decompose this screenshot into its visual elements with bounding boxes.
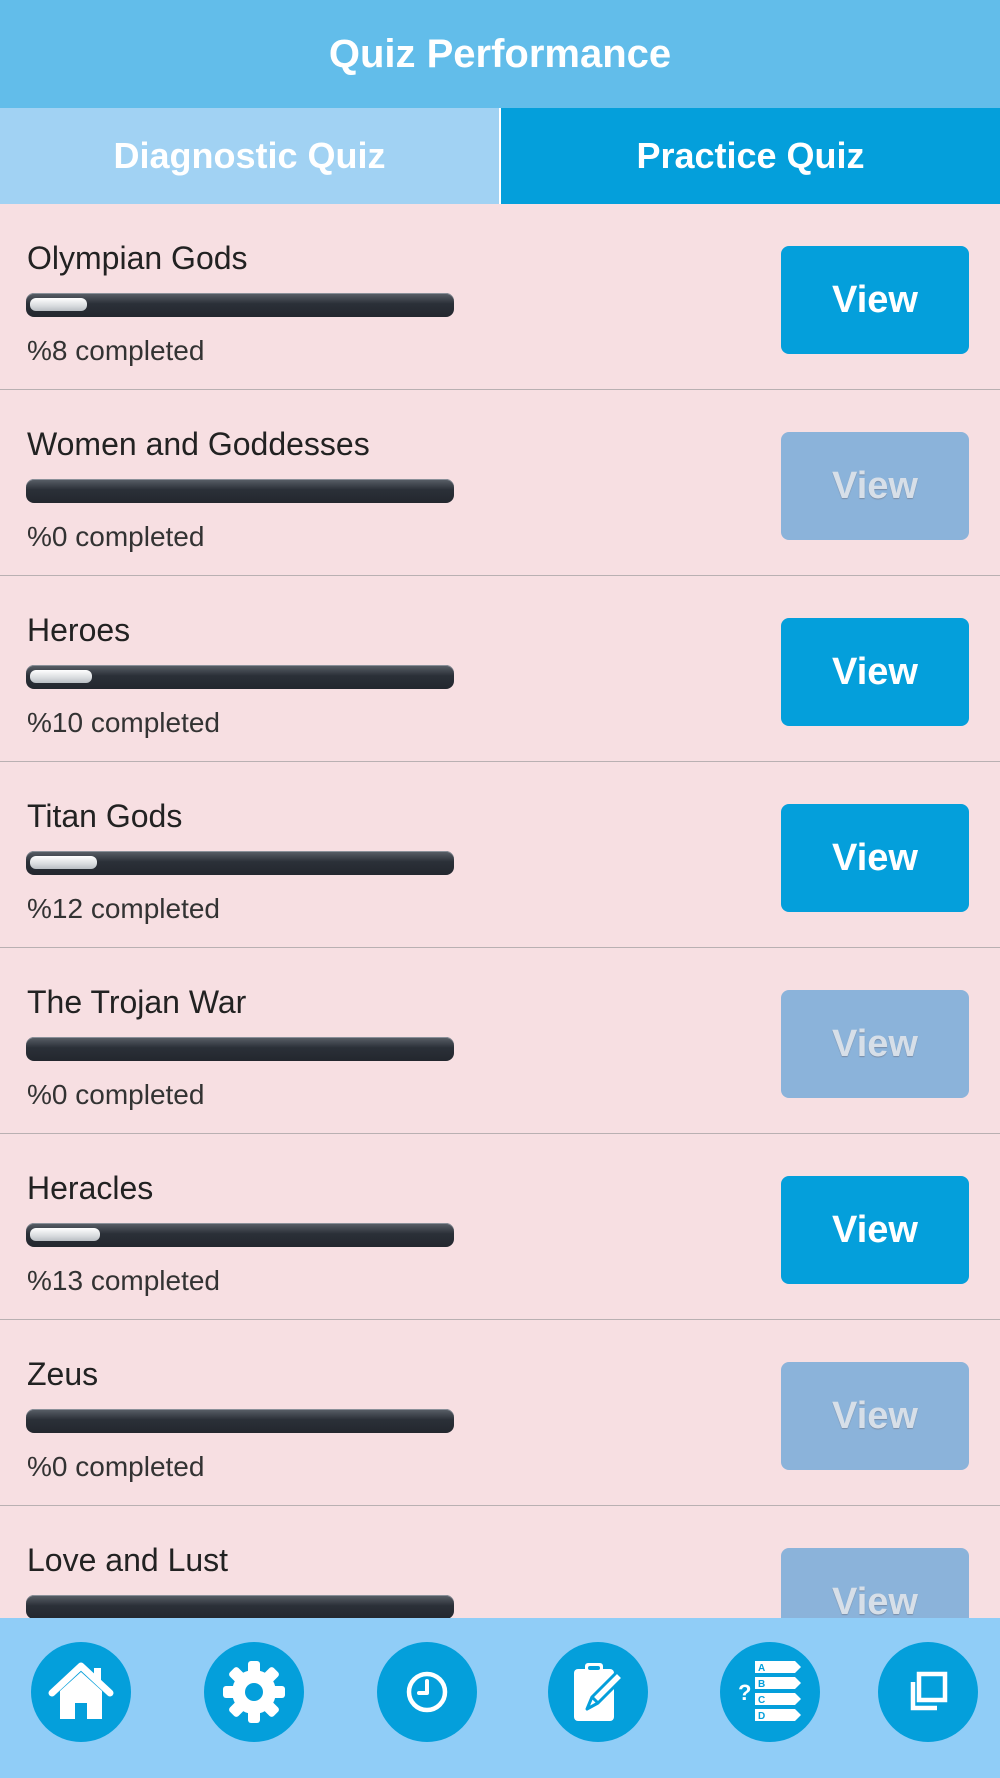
view-button[interactable]: View — [781, 432, 969, 540]
tab-label: Practice Quiz — [636, 135, 865, 176]
view-button[interactable]: View — [781, 1362, 969, 1470]
tab-diagnostic-quiz[interactable]: Diagnostic Quiz — [0, 108, 501, 204]
quiz-title: Titan Gods — [27, 798, 183, 834]
list-item: Zeus %0 completed View — [0, 1320, 1000, 1506]
progress-fill — [30, 1228, 100, 1241]
quiz-title: Olympian Gods — [27, 240, 248, 276]
list-item: Olympian Gods %8 completed View — [0, 204, 1000, 390]
view-button[interactable]: View — [781, 1548, 969, 1618]
svg-text:A: A — [758, 1663, 765, 1674]
copy-windows-icon — [910, 1671, 948, 1711]
progress-bar — [26, 665, 454, 689]
clipboard-edit-icon — [574, 1663, 625, 1721]
quiz-title: Zeus — [27, 1356, 99, 1392]
list-item: Heracles %13 completed View — [0, 1134, 1000, 1320]
nav-history-button[interactable] — [377, 1642, 477, 1742]
progress-fill — [30, 670, 92, 683]
svg-text:?: ? — [738, 1680, 751, 1705]
progress-bar — [26, 479, 454, 503]
completion-text: %0 completed — [27, 1451, 205, 1482]
nav-quiz-button[interactable]: ? A B C D — [720, 1642, 820, 1742]
nav-notes-button[interactable] — [548, 1642, 648, 1742]
nav-more-button[interactable] — [878, 1642, 978, 1742]
home-icon — [48, 1662, 114, 1719]
completion-text: %0 completed — [27, 521, 205, 552]
bottom-nav-bar: ? A B C D — [0, 1618, 1000, 1778]
list-item: Titan Gods %12 completed View — [0, 762, 1000, 948]
completion-text: %12 completed — [27, 893, 221, 924]
page-title: Quiz Performance — [328, 31, 672, 76]
completion-text: %13 completed — [27, 1265, 221, 1296]
gear-icon — [223, 1661, 285, 1723]
svg-text:C: C — [758, 1695, 765, 1706]
completion-text: %8 completed — [27, 335, 205, 366]
quiz-title: Heracles — [27, 1170, 154, 1206]
progress-fill — [30, 856, 97, 869]
view-button[interactable]: View — [781, 804, 969, 912]
list-item: Heroes %10 completed View — [0, 576, 1000, 762]
svg-text:D: D — [758, 1711, 765, 1722]
quiz-title: Women and Goddesses — [27, 426, 370, 462]
progress-bar — [26, 293, 454, 317]
progress-bar — [26, 1595, 454, 1618]
view-button[interactable]: View — [781, 990, 969, 1098]
progress-bar — [26, 1223, 454, 1247]
progress-fill — [30, 298, 87, 311]
progress-bar — [26, 851, 454, 875]
svg-text:B: B — [758, 1679, 765, 1690]
quiz-type-tabs: Diagnostic Quiz Practice Quiz — [0, 108, 1000, 204]
nav-settings-button[interactable] — [204, 1642, 304, 1742]
quiz-title: Heroes — [27, 612, 131, 648]
list-item: The Trojan War %0 completed View — [0, 948, 1000, 1134]
tab-practice-quiz[interactable]: Practice Quiz — [501, 108, 1000, 204]
progress-bar — [26, 1037, 454, 1061]
quiz-list-icon: ? A B C D — [738, 1661, 801, 1722]
completion-text: %10 completed — [27, 707, 221, 738]
quiz-title: Love and Lust — [27, 1542, 229, 1578]
completion-text: %0 completed — [27, 1079, 205, 1110]
view-button[interactable]: View — [781, 246, 969, 354]
nav-home-button[interactable] — [31, 1642, 131, 1742]
view-button[interactable]: View — [781, 618, 969, 726]
list-item: Women and Goddesses %0 completed View — [0, 390, 1000, 576]
tab-label: Diagnostic Quiz — [113, 135, 386, 176]
view-button[interactable]: View — [781, 1176, 969, 1284]
quiz-list[interactable]: Olympian Gods %8 completed View Women an… — [0, 204, 1000, 1618]
list-item: Love and Lust View — [0, 1506, 1000, 1618]
quiz-title: The Trojan War — [27, 984, 247, 1020]
app-header: Quiz Performance — [0, 0, 1000, 108]
progress-bar — [26, 1409, 454, 1433]
clock-icon — [406, 1671, 448, 1713]
